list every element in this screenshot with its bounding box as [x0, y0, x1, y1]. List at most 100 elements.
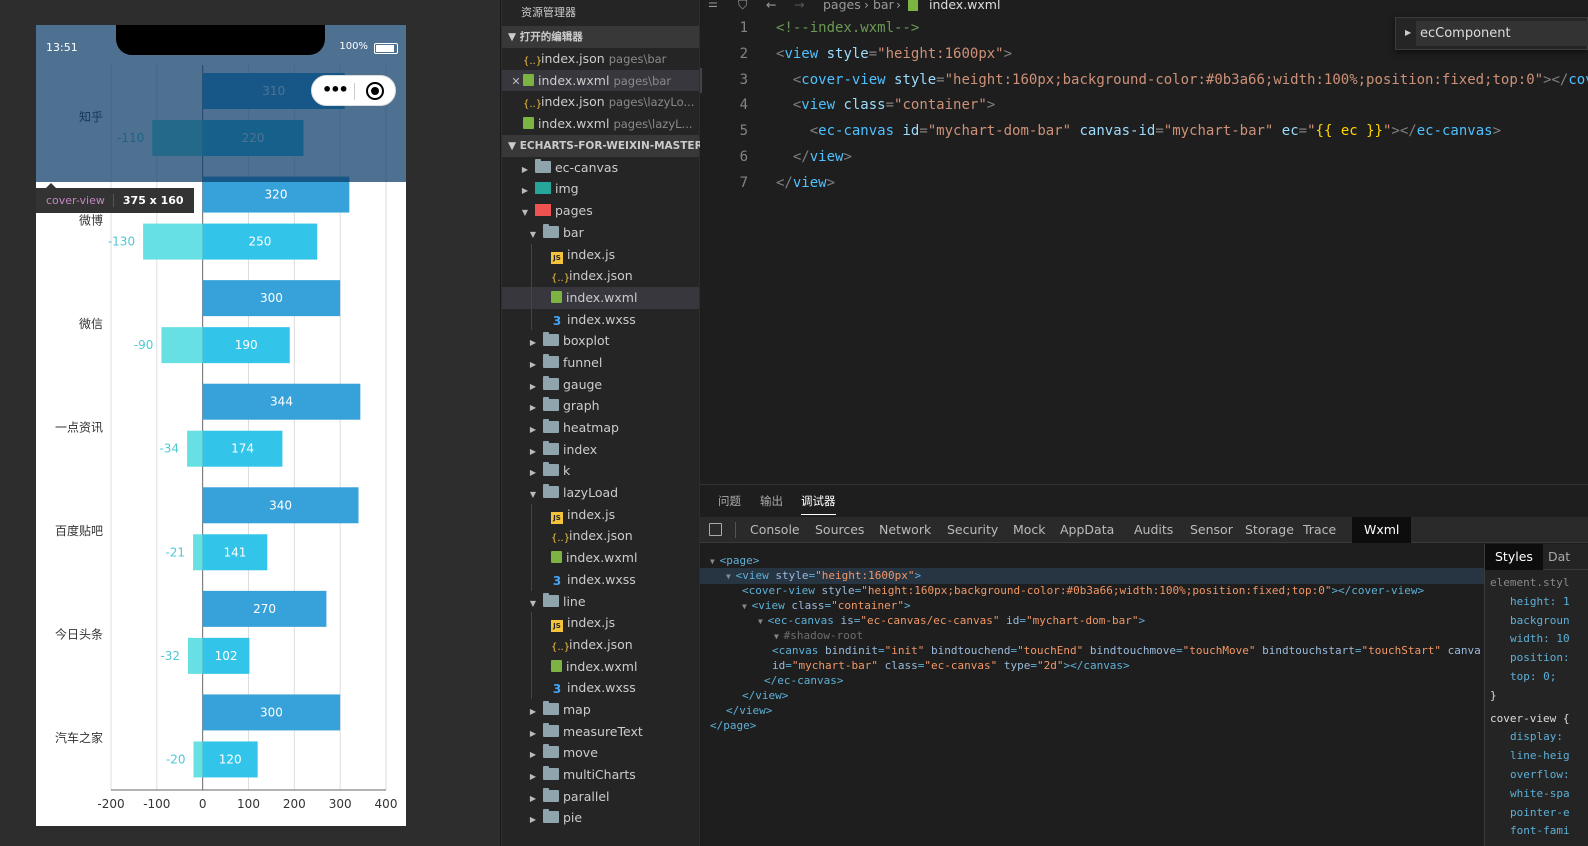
- wxml-node-line[interactable]: <canvas bindinit="init" bindtouchend="to…: [772, 643, 1481, 658]
- wxml-node-line[interactable]: </view>: [742, 688, 788, 703]
- tree-folder-heatmap[interactable]: ▶ heatmap: [502, 417, 699, 439]
- style-rule-line[interactable]: position:: [1510, 649, 1570, 668]
- wxml-node-line[interactable]: </page>: [710, 718, 756, 733]
- devtools-tab-network[interactable]: Network: [879, 517, 931, 543]
- devtools-tab-audits[interactable]: Audits: [1134, 517, 1173, 543]
- inspect-element-icon[interactable]: [709, 523, 722, 536]
- devtools-tab-wxml[interactable]: Wxml: [1352, 517, 1412, 543]
- breadcrumb-item[interactable]: index.wxml: [929, 0, 1000, 12]
- wxml-node-line[interactable]: </ec-canvas>: [764, 673, 843, 688]
- tree-folder-measureText[interactable]: ▶ measureText: [502, 721, 699, 743]
- style-rule-line[interactable]: overflow:: [1510, 766, 1570, 785]
- tree-folder-graph[interactable]: ▶ graph: [502, 395, 699, 417]
- style-rule-line[interactable]: element.styl: [1490, 574, 1569, 593]
- tree-folder-parallel[interactable]: ▶ parallel: [502, 786, 699, 808]
- open-editor-item[interactable]: {..}index.json pages\bar: [502, 48, 699, 70]
- tree-folder-bar[interactable]: ▼ bar: [502, 222, 699, 244]
- style-rule-line[interactable]: white-spa: [1510, 785, 1570, 804]
- style-rule-line[interactable]: display:: [1510, 728, 1563, 747]
- breadcrumb-item[interactable]: pages: [823, 0, 861, 12]
- wxml-node-line[interactable]: ▼ <view style="height:1600px">: [726, 568, 921, 583]
- tree-folder-lazyLoad[interactable]: ▼ lazyLoad: [502, 482, 699, 504]
- devtools-tab-console[interactable]: Console: [750, 517, 800, 543]
- wxml-node-line[interactable]: ▼ #shadow-root: [774, 628, 863, 643]
- forward-arrow-icon[interactable]: →: [794, 0, 804, 12]
- code-line[interactable]: 7 </view>: [700, 171, 1588, 197]
- code-line[interactable]: 3 <cover-view style="height:160px;backgr…: [700, 68, 1588, 94]
- wxml-tree[interactable]: ▼ <page> ▼ <view style="height:1600px"> <c…: [700, 544, 1484, 846]
- open-editor-item[interactable]: index.wxml pages\lazyL...: [502, 113, 699, 135]
- style-rule-line[interactable]: width: 10: [1510, 630, 1570, 649]
- bookmark-icon[interactable]: ⛉: [738, 0, 747, 13]
- devtools-tab-appdata[interactable]: AppData: [1060, 517, 1114, 543]
- tab-data[interactable]: Dat: [1548, 544, 1570, 570]
- chevron-down-icon[interactable]: ▼: [758, 617, 768, 626]
- tree-file[interactable]: {..}index.json: [502, 265, 699, 287]
- style-rule-line[interactable]: height: 1: [1510, 593, 1570, 612]
- outline-popup[interactable]: ▶ ecComponent: [1395, 17, 1588, 50]
- tab-output[interactable]: 输出: [760, 493, 783, 509]
- close-target-icon[interactable]: [366, 82, 384, 100]
- tree-file[interactable]: 3 index.wxss: [502, 308, 699, 331]
- devtools-tab-sources[interactable]: Sources: [815, 517, 864, 543]
- tree-folder-multiCharts[interactable]: ▶ multiCharts: [502, 764, 699, 786]
- tree-folder-k[interactable]: ▶ k: [502, 460, 699, 482]
- tab-problems[interactable]: 问题: [718, 493, 741, 509]
- tree-file[interactable]: index.wxml: [502, 547, 699, 569]
- tree-file[interactable]: JS index.js: [502, 503, 699, 526]
- devtools-tab-security[interactable]: Security: [947, 517, 998, 543]
- devtools-tab-trace[interactable]: Trace: [1303, 517, 1336, 543]
- tree-folder-pages[interactable]: ▼ pages: [502, 200, 699, 222]
- devtools-tab-storage[interactable]: Storage: [1245, 517, 1294, 543]
- style-rule-line[interactable]: top: 0;: [1510, 668, 1556, 687]
- tree-file[interactable]: index.wxml: [502, 286, 699, 309]
- style-rule-line[interactable]: cover-view {: [1490, 710, 1569, 729]
- tree-folder-ec-canvas[interactable]: ▶ ec-canvas: [502, 157, 699, 179]
- chevron-down-icon[interactable]: ▼: [710, 557, 720, 566]
- tree-folder-move[interactable]: ▶ move: [502, 742, 699, 764]
- tab-debugger[interactable]: 调试器: [801, 493, 836, 515]
- code-line[interactable]: 4 <view class="container">: [700, 93, 1588, 119]
- wxml-node-line[interactable]: </view>: [726, 703, 772, 718]
- tree-folder-pie[interactable]: ▶ pie: [502, 807, 699, 829]
- more-icon[interactable]: •••: [322, 80, 349, 99]
- style-rule-line[interactable]: pointer-e: [1510, 804, 1570, 823]
- style-rule-line[interactable]: font-fami: [1510, 822, 1570, 841]
- open-editor-item[interactable]: ✕ index.wxml pages\bar: [502, 69, 699, 92]
- tree-folder-map[interactable]: ▶ map: [502, 699, 699, 721]
- tree-file[interactable]: {..}index.json: [502, 525, 699, 548]
- phone-screen[interactable]: -200 -100 0 100 200 300 400 汽车之家 300 -20 120 今日头条 27…: [36, 25, 406, 826]
- tree-folder-gauge[interactable]: ▶ gauge: [502, 374, 699, 396]
- wxml-node-line[interactable]: id="mychart-bar" class="ec-canvas" type=…: [772, 658, 1130, 673]
- wxml-node-line[interactable]: <cover-view style="height:160px;backgrou…: [742, 583, 1424, 598]
- tab-styles[interactable]: Styles: [1485, 544, 1543, 570]
- style-rule-line[interactable]: }: [1490, 687, 1497, 706]
- wxml-node-line[interactable]: ▼ <view class="container">: [742, 598, 911, 613]
- code-editor[interactable]: ☰ ⛉ ← → pages › bar › index.wxml 1 <!--in…: [700, 0, 1588, 484]
- list-icon[interactable]: ☰: [708, 0, 718, 10]
- wxml-node-line[interactable]: ▼ <ec-canvas is = "ec-canvas/ec-canvas" id…: [758, 613, 1145, 628]
- devtools-tab-mock[interactable]: Mock: [1013, 517, 1046, 543]
- back-arrow-icon[interactable]: ←: [766, 0, 776, 12]
- code-line[interactable]: 6 </view>: [700, 145, 1588, 171]
- tree-file[interactable]: 3 index.wxss: [502, 568, 699, 591]
- project-header[interactable]: ▼ ECHARTS-FOR-WEIXIN-MASTER: [502, 134, 703, 157]
- breadcrumb-item[interactable]: bar: [873, 0, 894, 12]
- wxml-node-line[interactable]: ▼ <page>: [710, 553, 759, 568]
- chevron-down-icon[interactable]: ▼: [742, 602, 752, 611]
- tree-file[interactable]: 3 index.wxss: [502, 677, 699, 699]
- code-line[interactable]: 5 <ec-canvas id="mychart-dom-bar" canvas…: [700, 119, 1588, 145]
- chevron-down-icon[interactable]: ▼: [726, 572, 736, 581]
- tree-file[interactable]: JS index.js: [502, 243, 699, 266]
- outline-item[interactable]: ecComponent: [1416, 21, 1588, 46]
- chevron-down-icon[interactable]: ▼: [774, 632, 784, 641]
- tree-folder-boxplot[interactable]: ▶ boxplot: [502, 330, 699, 352]
- tree-folder-index[interactable]: ▶ index: [502, 439, 699, 461]
- tree-folder-line[interactable]: ▼ line: [502, 591, 699, 613]
- tree-folder-funnel[interactable]: ▶ funnel: [502, 352, 699, 374]
- open-editor-item[interactable]: {..}index.json pages\lazyLo...: [502, 91, 699, 113]
- devtools-tab-sensor[interactable]: Sensor: [1190, 517, 1233, 543]
- tree-folder-img[interactable]: ▶ img: [502, 178, 699, 200]
- close-icon[interactable]: ✕: [509, 71, 523, 92]
- style-rule-line[interactable]: line-heig: [1510, 747, 1570, 766]
